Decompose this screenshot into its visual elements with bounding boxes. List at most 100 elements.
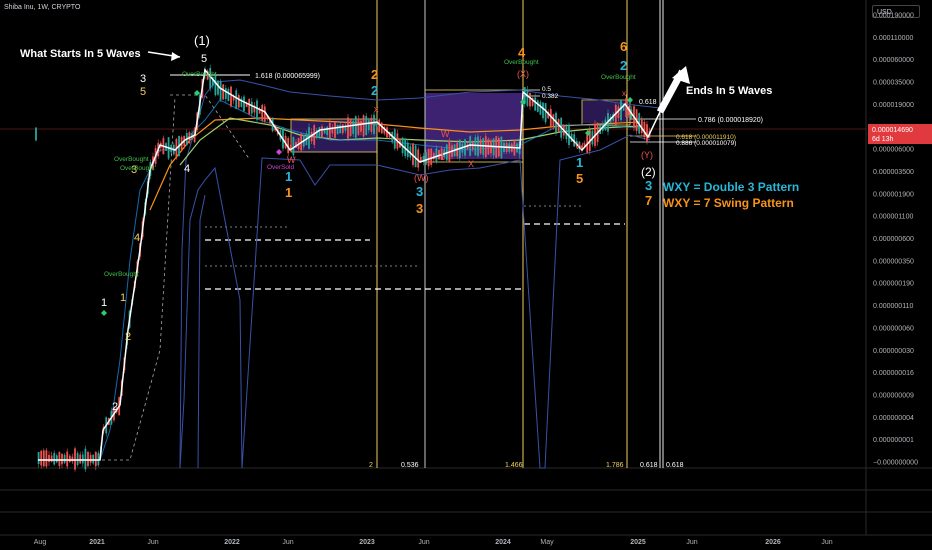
annotation-text: What Starts In 5 Waves: [20, 48, 141, 60]
x-tick-label: Jun: [418, 539, 429, 546]
wave-label: W: [575, 141, 584, 151]
candle-body: [334, 122, 336, 138]
candle-body: [544, 103, 547, 123]
candle-body: [48, 454, 50, 463]
candle-body: [76, 453, 79, 465]
candle-body: [471, 142, 474, 150]
candle-body: [248, 98, 251, 114]
wave-label: 5: [576, 171, 583, 186]
candle-body: [354, 116, 357, 138]
indicator-label: OverBought: [114, 156, 149, 163]
wave-label: (1): [194, 33, 210, 48]
candle-body: [370, 117, 373, 132]
fib-label: 0.618: [639, 99, 657, 106]
y-tick-label: 0.000000190: [873, 281, 914, 288]
fib-label: 0.382: [542, 93, 559, 100]
x-tick-label: 2025: [630, 539, 646, 546]
time-fib-label: 1.786: [606, 462, 624, 469]
candle-body: [89, 455, 92, 463]
indicator-label: OverBought: [104, 271, 139, 278]
wave-label: 1: [576, 155, 583, 170]
candle-body: [92, 454, 95, 464]
wave-label: 5: [140, 86, 146, 98]
candle-body: [417, 149, 420, 168]
candle-body: [230, 86, 232, 107]
candle-body: [243, 96, 245, 112]
y-tick-label: 0.000001100: [873, 214, 913, 221]
candle-body: [321, 126, 323, 138]
candle-body: [367, 120, 370, 131]
y-tick-label: 0.000110000: [873, 35, 913, 42]
candle-body: [357, 118, 360, 135]
wave-label: 2: [620, 58, 627, 73]
fib-label: 0.786 (0.000018920): [698, 117, 763, 124]
candle-body: [360, 120, 362, 132]
x-tick-label: Jun: [147, 539, 158, 546]
candle-body: [336, 124, 339, 135]
x-tick-label: Jun: [821, 539, 832, 546]
candle-body: [539, 101, 542, 115]
candle-body: [430, 148, 433, 165]
wave-label: 2: [371, 83, 378, 98]
y-tick-label: 0.000000004: [873, 415, 914, 422]
annotation-text: WXY = 7 Swing Pattern: [663, 196, 794, 210]
wave-label: 4: [134, 232, 140, 244]
indicator-label: OverBought: [182, 71, 217, 78]
candle-body: [529, 93, 531, 107]
candle-body: [362, 115, 365, 137]
wave-label: 7: [645, 193, 652, 208]
annotation-text: WXY = Double 3 Pattern: [663, 180, 799, 194]
candle-body: [469, 136, 472, 156]
wave-label: 3: [416, 184, 423, 199]
candle-body: [40, 450, 43, 466]
fib-label: 0.5: [542, 86, 551, 93]
time-fib-label: 1.466: [505, 462, 523, 469]
candle-body: [352, 120, 355, 134]
y-tick-label: 0.000000110: [873, 303, 913, 310]
x-tick-label: Jun: [686, 539, 697, 546]
time-fib-label: 2: [369, 462, 373, 469]
candle-body: [365, 116, 368, 135]
candle-body: [643, 121, 646, 138]
candle-body: [378, 119, 381, 133]
wave-label: (2): [641, 165, 656, 179]
annotation-text: Ends In 5 Waves: [686, 85, 772, 97]
candle-body: [536, 100, 539, 112]
wave-label: (X): [517, 69, 529, 79]
candle-body: [37, 452, 40, 465]
candle-body: [256, 100, 258, 120]
wave-label: 2: [371, 67, 378, 82]
x-tick-label: 2026: [765, 539, 781, 546]
wave-label: 2: [125, 331, 131, 343]
wave-label: (Y): [641, 150, 653, 160]
arrow-head: [171, 52, 180, 61]
y-tick-label: 0.000001900: [873, 191, 914, 198]
indicator-label: OverBought: [120, 165, 155, 172]
wave-label: 4: [184, 163, 190, 175]
time-axis[interactable]: Aug 2021 Jun 2022 Jun 2023 Jun 2024 May 2025 Jun 20…: [34, 539, 833, 546]
candle-body: [217, 80, 219, 95]
y-tick-label: 0.000000060: [873, 325, 914, 332]
wave-label: x: [374, 104, 379, 114]
candle-body: [237, 95, 240, 108]
candle-body: [63, 454, 66, 464]
candle-body: [45, 450, 48, 467]
price-axis[interactable]: 0.000190000 0.000110000 0.000060000 0.00003…: [873, 13, 918, 467]
candle-body: [250, 101, 253, 114]
price-chart[interactable]: 0.000190000 0.000110000 0.000060000 0.00003…: [0, 0, 932, 550]
x-tick-label: 2024: [495, 539, 511, 546]
y-tick-label: 0.000006000: [873, 147, 914, 154]
y-tick-label: 0.000000009: [873, 392, 914, 399]
candle-body: [474, 137, 477, 156]
candle-body: [53, 452, 56, 465]
candle-body: [534, 97, 537, 111]
candle-body: [347, 117, 349, 139]
wave-label: x: [622, 89, 626, 98]
candle-body: [235, 90, 238, 110]
candle-body: [261, 104, 264, 121]
candle-body: [318, 127, 321, 138]
y-tick-label: 0.000019000: [873, 102, 914, 109]
candle-body: [526, 89, 529, 106]
wave-label: 1: [285, 169, 292, 184]
candle-body: [646, 124, 648, 142]
